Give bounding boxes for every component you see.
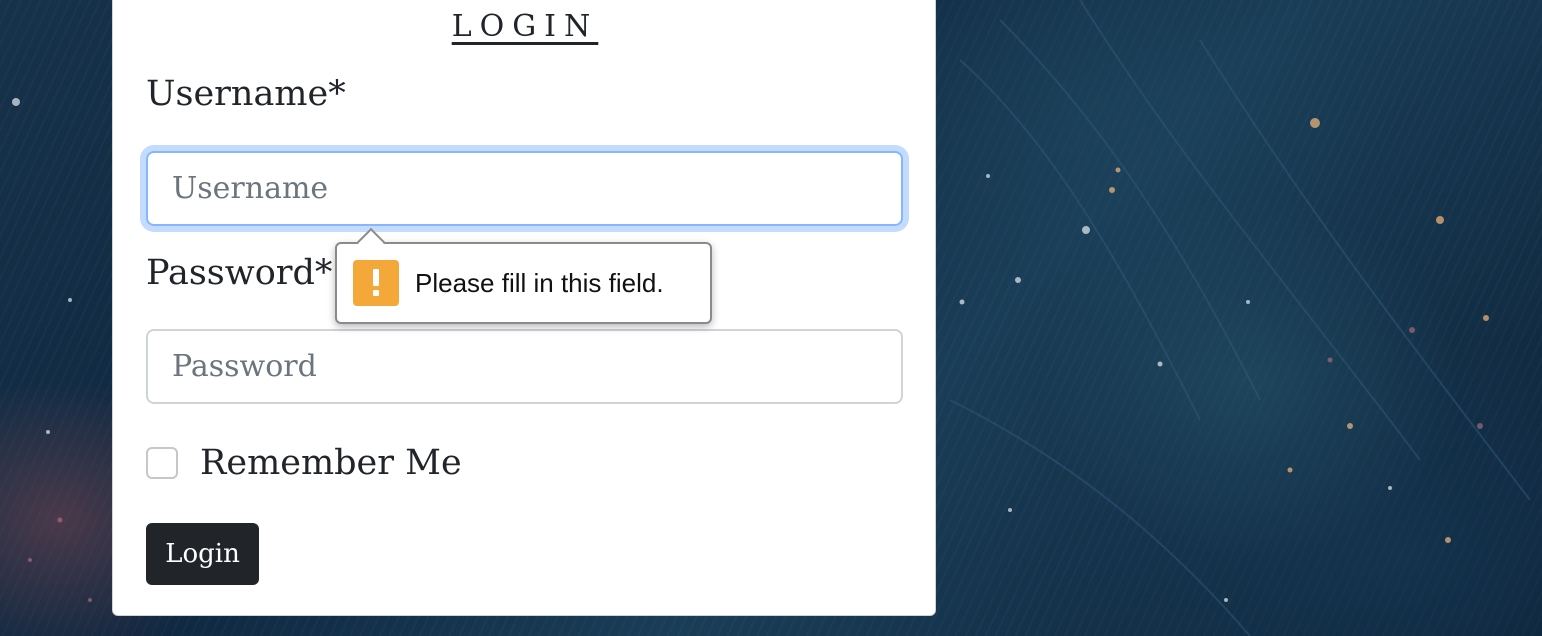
- remember-me-label[interactable]: Remember Me: [200, 443, 462, 483]
- validation-tooltip: Please fill in this field.: [335, 227, 712, 324]
- remember-me-checkbox[interactable]: [146, 447, 178, 479]
- remember-me-row: Remember Me: [146, 443, 462, 483]
- warning-icon: [353, 260, 399, 306]
- login-button[interactable]: Login: [146, 523, 259, 585]
- password-input[interactable]: [146, 329, 903, 404]
- username-input[interactable]: [146, 151, 903, 226]
- page-title: LOGIN: [451, 9, 599, 44]
- tooltip-message: Please fill in this field.: [415, 267, 664, 298]
- username-label: Username*: [146, 74, 346, 114]
- password-label: Password*: [146, 253, 333, 293]
